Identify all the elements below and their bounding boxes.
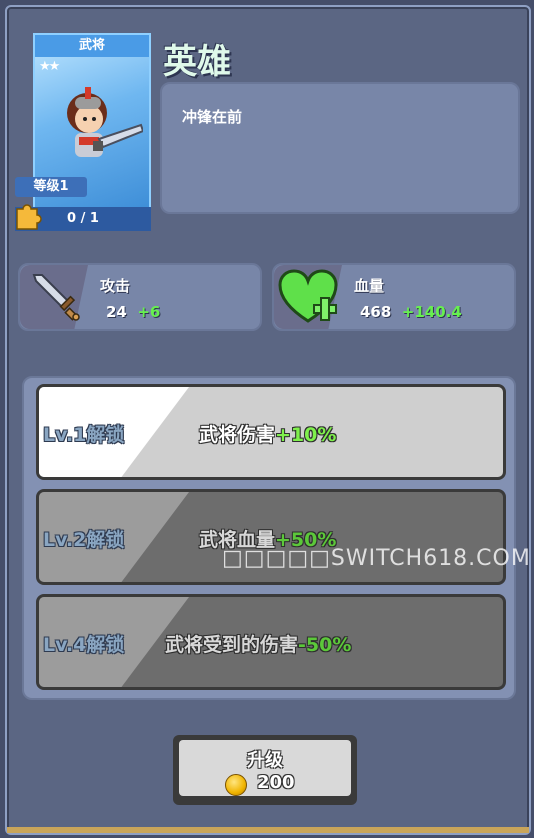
sword-icon [32, 274, 80, 321]
upgrade-button[interactable]: 升级 200 [173, 735, 357, 805]
heart-plus-icon [278, 269, 338, 323]
health-label: 血量 [354, 277, 385, 295]
health-value-row: 468 +140.4 [360, 303, 462, 321]
puzzle-piece-icon [16, 204, 42, 230]
hero-card[interactable]: 武将 ★★ 等级1 0 / 1 [15, 33, 151, 231]
gold-coin-icon [225, 774, 247, 796]
unlock-row-lv1[interactable]: Lv.1解锁 武将伤害+10% [36, 384, 506, 480]
hero-description: 冲锋在前 [182, 108, 243, 126]
shard-progress: 0 / 1 [15, 204, 151, 231]
card-title: 武将 [35, 35, 149, 57]
unlock-level-label: Lv.4解锁 [43, 634, 125, 656]
unlock-level-label: Lv.1解锁 [43, 424, 125, 446]
health-value: 468 [360, 303, 392, 321]
upgrade-button-face: 升级 200 [179, 740, 351, 796]
hero-description-box: 冲锋在前 [160, 82, 520, 214]
attack-value: 24 [106, 303, 127, 321]
health-bonus: +140.4 [401, 303, 462, 321]
watermark: □□□□□SWITCH618.COM [222, 546, 531, 571]
unlock-effect-text: 武将受到的伤害 [165, 634, 299, 656]
attack-bonus: +6 [137, 303, 161, 321]
hero-portrait [67, 87, 143, 157]
attack-stat-panel: 攻击 24 +6 [18, 263, 262, 331]
bottom-trim [7, 827, 529, 833]
unlock-list: Lv.1解锁 武将伤害+10% Lv.2解锁 武将血量+50% Lv.4解锁 武… [22, 376, 516, 700]
shard-count: 0 / 1 [67, 211, 99, 226]
unlock-effect-value: -50% [298, 634, 352, 656]
unlock-row-lv4[interactable]: Lv.4解锁 武将受到的伤害-50% [36, 594, 506, 690]
unlock-effect: 武将受到的伤害-50% [165, 630, 351, 657]
upgrade-label: 升级 [247, 750, 283, 771]
hero-level-badge: 等级1 [15, 177, 87, 197]
attack-label: 攻击 [100, 277, 131, 295]
unlock-effect-value: +10% [275, 424, 337, 446]
unlock-effect: 武将伤害+10% [199, 420, 336, 447]
upgrade-cost: 200 [257, 772, 295, 793]
hero-name: 英雄 [163, 42, 231, 82]
unlock-effect-text: 武将伤害 [199, 424, 276, 446]
attack-value-row: 24 +6 [106, 303, 160, 321]
health-stat-panel: 血量 468 +140.4 [272, 263, 516, 331]
unlock-level-label: Lv.2解锁 [43, 529, 125, 551]
star-rating: ★★ [39, 59, 60, 74]
